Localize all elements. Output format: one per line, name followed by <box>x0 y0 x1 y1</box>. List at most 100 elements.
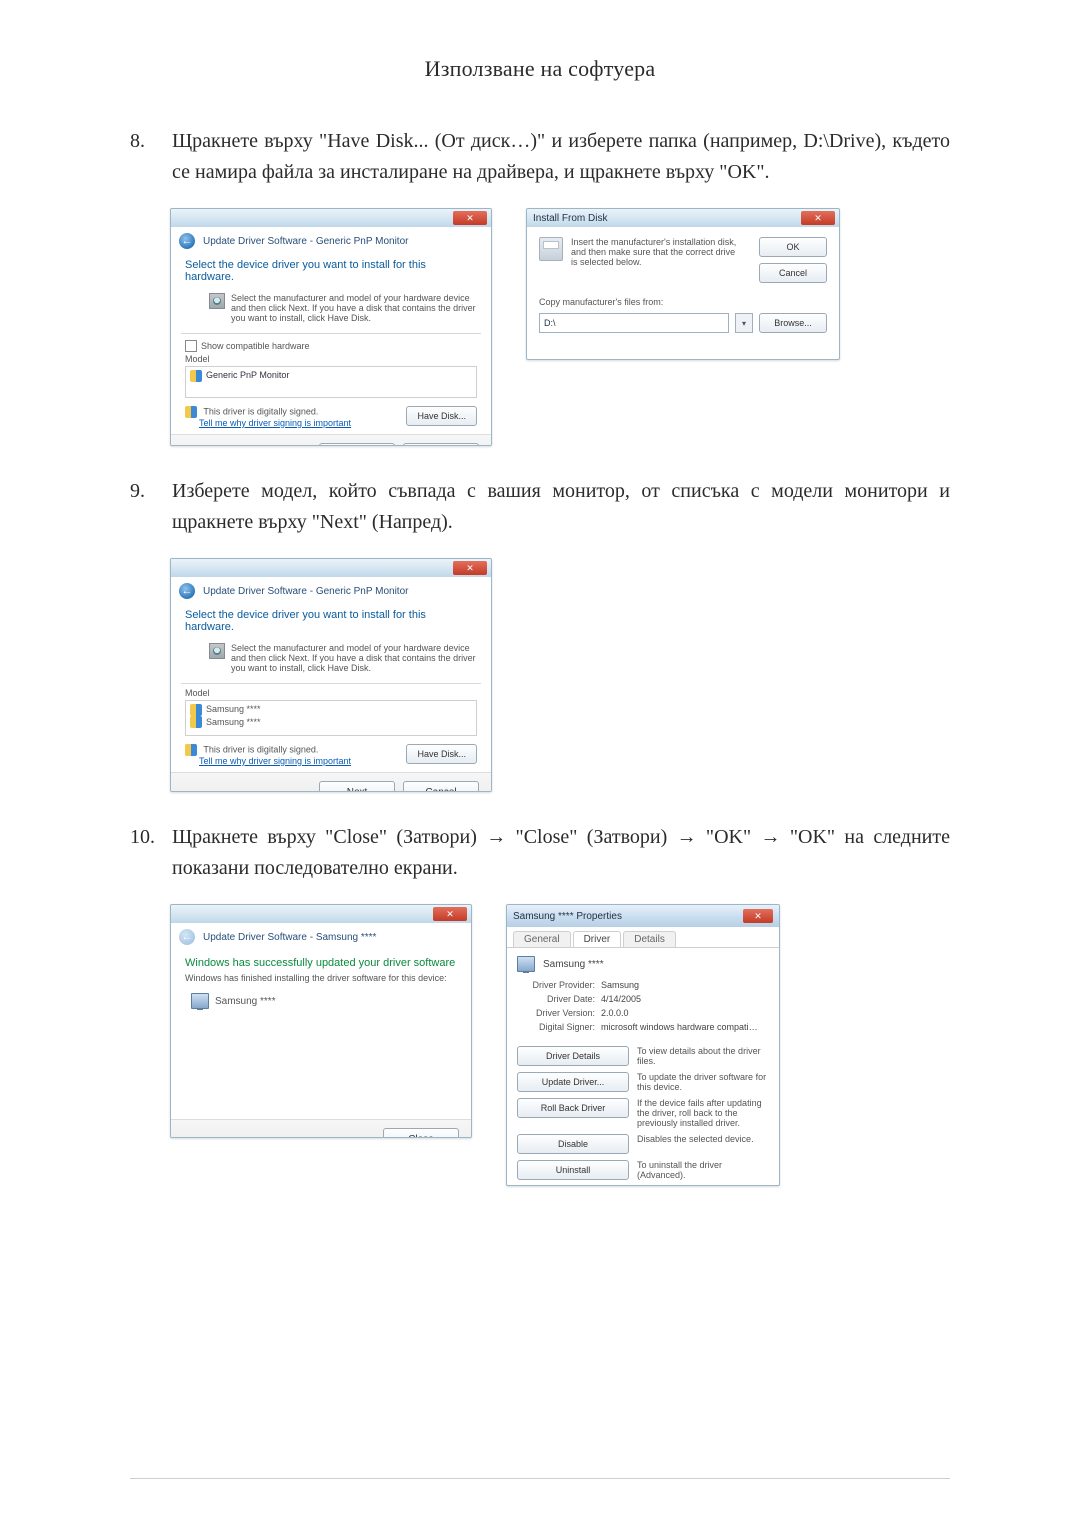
uninstall-button[interactable]: Uninstall <box>517 1160 629 1180</box>
ifd-body: Insert the manufacturer's installation d… <box>527 227 839 289</box>
wizard-breadcrumb: ← Update Driver Software - Generic PnP M… <box>171 577 491 603</box>
show-compatible-label: Show compatible hardware <box>201 341 310 351</box>
show-compatible-row: Show compatible hardware <box>171 338 491 354</box>
path-row: D:\ ▾ Browse... <box>539 313 827 333</box>
cancel-button[interactable]: Cancel <box>403 443 479 446</box>
page-title: Използване на софтуера <box>130 56 950 82</box>
kv-key: Digital Signer: <box>517 1022 595 1032</box>
ok-button[interactable]: OK <box>759 237 827 257</box>
back-icon[interactable]: ← <box>179 233 195 249</box>
close-icon[interactable]: ✕ <box>433 907 467 921</box>
update-driver-success: ✕ ← Update Driver Software - Samsung ***… <box>170 904 472 1138</box>
install-from-disk-dialog: Install From Disk ✕ Insert the manufactu… <box>526 208 840 360</box>
path-dropdown-icon[interactable]: ▾ <box>735 313 753 333</box>
wizard-button-row: Next Cancel <box>171 772 491 792</box>
wizard-breadcrumb: ← Update Driver Software - Samsung **** <box>171 923 471 949</box>
step-9: 9. Изберете модел, който съвпада с вашия… <box>130 476 950 538</box>
tab-details[interactable]: Details <box>623 931 676 947</box>
signing-important-link[interactable]: Tell me why driver signing is important <box>199 756 351 766</box>
cancel-button[interactable]: Cancel <box>759 263 827 283</box>
breadcrumb-text: Update Driver Software - Generic PnP Mon… <box>203 586 408 597</box>
rollback-driver-button[interactable]: Roll Back Driver <box>517 1098 629 1118</box>
ifd-titlebar: Install From Disk ✕ <box>527 209 839 227</box>
back-icon[interactable]: ← <box>179 583 195 599</box>
page-footer-divider <box>130 1478 950 1479</box>
prop-title: Samsung **** Properties <box>513 911 743 922</box>
wizard-breadcrumb: ← Update Driver Software - Generic PnP M… <box>171 227 491 253</box>
step-10: 10. Щракнете върху "Close" (Затвори) → "… <box>130 822 950 884</box>
kv-value: Samsung <box>601 980 639 990</box>
wizard-titlebar: ✕ <box>171 559 491 577</box>
next-button[interactable]: Next <box>319 781 395 792</box>
have-disk-button[interactable]: Have Disk... <box>406 406 477 426</box>
ifd-right-buttons: OK Cancel <box>759 237 827 283</box>
wizard-heading: Select the device driver you want to ins… <box>171 253 491 289</box>
disable-button[interactable]: Disable <box>517 1134 629 1154</box>
tab-driver[interactable]: Driver <box>573 931 622 947</box>
close-icon[interactable]: ✕ <box>743 909 773 923</box>
next-button[interactable]: Next <box>319 443 395 446</box>
wizard-button-row: Next Cancel <box>171 434 491 446</box>
shield-icon <box>190 704 202 716</box>
spacer <box>171 1049 471 1119</box>
divider <box>181 333 481 334</box>
model-header: Model <box>171 688 491 698</box>
document-page: Използване на софтуера 8. Щракнете върху… <box>0 0 1080 1527</box>
close-icon[interactable]: ✕ <box>453 211 487 225</box>
tab-general[interactable]: General <box>513 931 571 947</box>
prop-tabs: General Driver Details <box>507 927 779 948</box>
update-driver-desc: To update the driver software for this d… <box>637 1072 769 1092</box>
signing-important-link[interactable]: Tell me why driver signing is important <box>199 418 351 428</box>
signed-row: This driver is digitally signed. Have Di… <box>171 402 491 418</box>
wizard-titlebar: ✕ <box>171 209 491 227</box>
driver-details-desc: To view details about the driver files. <box>637 1046 769 1066</box>
close-icon[interactable]: ✕ <box>801 211 835 225</box>
driver-details-button[interactable]: Driver Details <box>517 1046 629 1066</box>
model-header: Model <box>171 354 491 364</box>
step-10-text: Щракнете върху "Close" (Затвори) → "Clos… <box>172 822 950 884</box>
step-9-text: Изберете модел, който съвпада с вашия мо… <box>172 476 950 538</box>
ifd-message: Insert the manufacturer's installation d… <box>571 237 741 283</box>
update-driver-button[interactable]: Update Driver... <box>517 1072 629 1092</box>
breadcrumb-text: Update Driver Software - Samsung **** <box>203 932 376 943</box>
shield-icon <box>190 716 202 728</box>
signed-text: This driver is digitally signed. <box>203 744 318 754</box>
step-9-screenshots: ✕ ← Update Driver Software - Generic PnP… <box>170 558 950 792</box>
step-8-screenshots: ✕ ← Update Driver Software - Generic PnP… <box>170 208 950 446</box>
cancel-button[interactable]: Cancel <box>403 781 479 792</box>
wizard-button-row: Close <box>171 1119 471 1138</box>
shield-icon <box>185 406 197 418</box>
kv-value: microsoft windows hardware compatibility… <box>601 1022 761 1032</box>
kv-key: Driver Version: <box>517 1008 595 1018</box>
wizard-titlebar: ✕ <box>171 905 471 923</box>
prop-button-column: Driver Details To view details about the … <box>507 1040 779 1186</box>
wizard-subtext: Select the manufacturer and model of you… <box>171 289 491 329</box>
path-input[interactable]: D:\ <box>539 313 729 333</box>
kv-value: 2.0.0.0 <box>601 1008 629 1018</box>
device-line: Samsung **** <box>171 989 471 1049</box>
have-disk-button[interactable]: Have Disk... <box>406 744 477 764</box>
floppy-icon <box>539 237 563 261</box>
success-heading: Windows has successfully updated your dr… <box>171 949 471 973</box>
show-compatible-checkbox[interactable] <box>185 340 197 352</box>
step-10-number: 10. <box>130 822 172 884</box>
model-item: Samsung **** <box>206 717 261 727</box>
close-icon[interactable]: ✕ <box>453 561 487 575</box>
copy-from-label: Copy manufacturer's files from: <box>539 297 827 307</box>
kv-value: 4/14/2005 <box>601 994 641 1004</box>
ifd-lower: Copy manufacturer's files from: D:\ ▾ Br… <box>527 289 839 345</box>
monitor-icon <box>517 956 535 972</box>
model-list[interactable]: Samsung **** Samsung **** <box>185 700 477 736</box>
model-list[interactable]: Generic PnP Monitor <box>185 366 477 398</box>
update-driver-wizard: ✕ ← Update Driver Software - Generic PnP… <box>170 558 492 792</box>
close-button[interactable]: Close <box>383 1128 459 1138</box>
step-8: 8. Щракнете върху "Have Disk... (От диск… <box>130 126 950 188</box>
rollback-driver-desc: If the device fails after updating the d… <box>637 1098 769 1128</box>
signed-text: This driver is digitally signed. <box>203 406 318 416</box>
disk-icon <box>209 643 225 659</box>
model-item: Generic PnP Monitor <box>206 370 289 380</box>
browse-button[interactable]: Browse... <box>759 313 827 333</box>
success-subtext: Windows has finished installing the driv… <box>171 973 471 989</box>
disk-icon <box>209 293 225 309</box>
step-10-screenshots: ✕ ← Update Driver Software - Samsung ***… <box>170 904 950 1186</box>
